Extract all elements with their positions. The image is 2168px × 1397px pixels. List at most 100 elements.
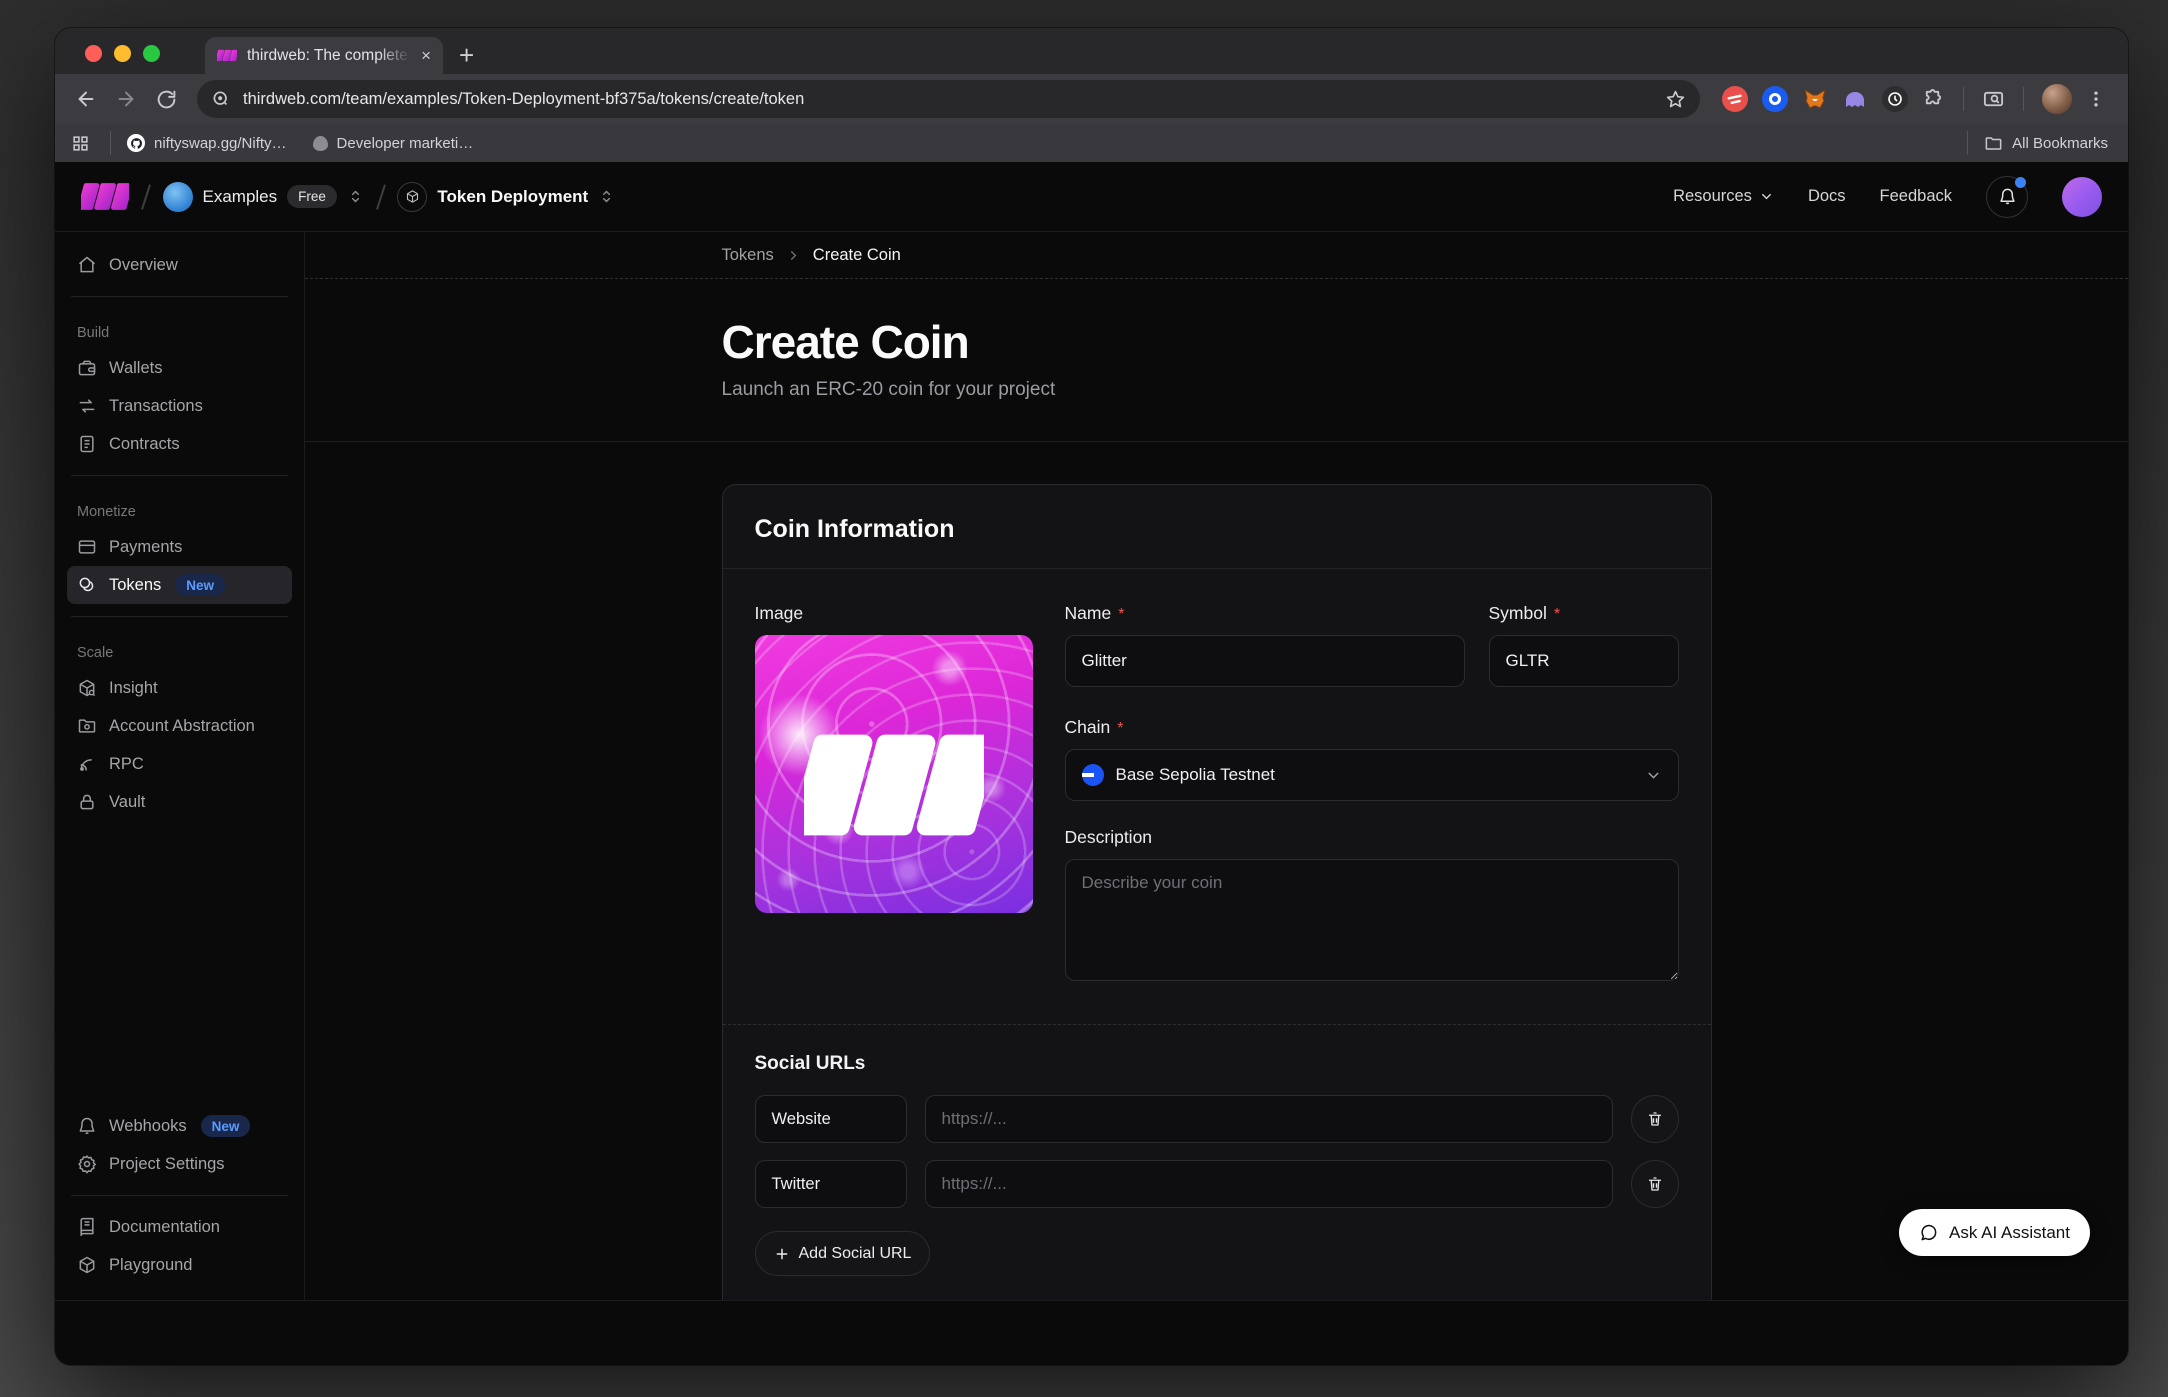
required-asterisk: * <box>1117 720 1123 738</box>
sidebar-item-rpc[interactable]: RPC <box>67 745 292 783</box>
trash-icon <box>1646 1175 1664 1193</box>
all-bookmarks-label: All Bookmarks <box>2012 135 2108 152</box>
sidebar-item-payments[interactable]: Payments <box>67 528 292 566</box>
account-avatar[interactable] <box>2062 177 2102 217</box>
thirdweb-logo[interactable] <box>81 183 129 210</box>
payments-icon <box>77 537 97 557</box>
header-nav: Resources Docs Feedback <box>1673 176 2102 218</box>
social-urls-title: Social URLs <box>755 1053 1679 1075</box>
extension-icon-blue[interactable] <box>1762 86 1788 112</box>
insight-icon <box>77 678 97 698</box>
team-switcher[interactable]: Examples Free <box>163 182 364 212</box>
tab-close-icon[interactable]: × <box>421 47 431 64</box>
symbol-input[interactable] <box>1489 635 1679 687</box>
sidebar-item-documentation[interactable]: Documentation <box>67 1208 292 1246</box>
new-tab-button[interactable]: + <box>459 42 474 68</box>
social-url-input[interactable] <box>925 1095 1613 1143</box>
project-switcher[interactable]: Token Deployment <box>397 182 615 212</box>
app-header: Examples Free Token Deployment Resources… <box>55 162 2128 232</box>
chevron-updown-icon <box>347 188 364 205</box>
sidebar-item-vault[interactable]: Vault <box>67 783 292 821</box>
browser-menu-icon[interactable] <box>2086 89 2106 109</box>
social-platform-select[interactable]: Website <box>755 1095 907 1143</box>
description-label: Description <box>1065 827 1153 848</box>
chain-field: Chain * Base Sepolia Testnet <box>1065 717 1679 801</box>
main-content: Tokens Create Coin Create Coin Launch an… <box>305 232 2128 1300</box>
sidebar-divider <box>71 1195 288 1196</box>
docs-link[interactable]: Docs <box>1808 187 1846 206</box>
site-info-icon[interactable] <box>211 89 231 109</box>
all-bookmarks-button[interactable]: All Bookmarks <box>1984 134 2108 153</box>
sidebar-item-wallets[interactable]: Wallets <box>67 349 292 387</box>
delete-social-url-button[interactable] <box>1631 1095 1679 1143</box>
reload-button[interactable] <box>149 82 183 116</box>
tab-title: thirdweb: The complete web3 <box>247 47 411 65</box>
breadcrumb: Tokens Create Coin <box>722 232 1712 278</box>
sidebar-item-transactions[interactable]: Transactions <box>67 387 292 425</box>
extension-icon-red[interactable] <box>1722 86 1748 112</box>
card-header: Coin Information <box>723 485 1711 569</box>
sidebar-item-project-settings[interactable]: Project Settings <box>67 1145 292 1183</box>
bookmark-label: Developer marketi… <box>337 135 474 152</box>
sidebar-item-tokens[interactable]: Tokens New <box>67 566 292 604</box>
rpc-icon <box>77 754 97 774</box>
extensions-puzzle-icon[interactable] <box>1922 88 1945 111</box>
name-label: Name <box>1065 603 1112 624</box>
chain-select[interactable]: Base Sepolia Testnet <box>1065 749 1679 801</box>
breadcrumb-parent[interactable]: Tokens <box>722 246 774 265</box>
browser-tab[interactable]: thirdweb: The complete web3 × <box>205 37 443 74</box>
name-input[interactable] <box>1065 635 1465 687</box>
minimize-window-button[interactable] <box>114 45 131 62</box>
social-url-row: Website <box>755 1095 1679 1143</box>
forward-button[interactable] <box>109 82 143 116</box>
sidebar-item-account-abstraction[interactable]: Account Abstraction <box>67 707 292 745</box>
url-text[interactable]: thirdweb.com/team/examples/Token-Deploym… <box>243 90 1653 109</box>
chain-value: Base Sepolia Testnet <box>1116 765 1275 785</box>
apps-grid-icon[interactable] <box>71 134 90 153</box>
add-social-url-button[interactable]: Add Social URL <box>755 1231 931 1276</box>
close-window-button[interactable] <box>85 45 102 62</box>
description-textarea[interactable] <box>1065 859 1679 981</box>
sidebar-item-contracts[interactable]: Contracts <box>67 425 292 463</box>
new-badge: New <box>201 1115 251 1137</box>
tokens-icon <box>77 575 97 595</box>
lock-icon <box>77 792 97 812</box>
thirdweb-app: Examples Free Token Deployment Resources… <box>55 162 2128 1365</box>
delete-social-url-button[interactable] <box>1631 1160 1679 1208</box>
browser-profile-avatar[interactable] <box>2042 84 2072 114</box>
bookmark-item[interactable]: Developer marketi… <box>313 135 474 152</box>
browser-toolbar: thirdweb.com/team/examples/Token-Deploym… <box>55 74 2128 124</box>
sidebar-item-webhooks[interactable]: Webhooks New <box>67 1107 292 1145</box>
sidebar-section-label: Monetize <box>77 504 282 520</box>
zoom-window-button[interactable] <box>143 45 160 62</box>
description-field: Description <box>1065 827 1679 986</box>
social-url-input[interactable] <box>925 1160 1613 1208</box>
page-body: Coin Information Image <box>305 442 2128 1300</box>
tab-search-icon[interactable] <box>1982 88 2005 111</box>
chevron-down-icon <box>1645 767 1662 784</box>
sidebar-item-insight[interactable]: Insight <box>67 669 292 707</box>
bookmark-item[interactable]: niftyswap.gg/Nifty… <box>127 134 287 152</box>
social-platform-select[interactable]: Twitter <box>755 1160 907 1208</box>
breadcrumb-bar: Tokens Create Coin <box>305 232 2128 279</box>
notifications-button[interactable] <box>1986 176 2028 218</box>
extension-icon-clock[interactable] <box>1882 86 1908 112</box>
resources-menu[interactable]: Resources <box>1673 187 1774 206</box>
sidebar-item-overview[interactable]: Overview <box>67 246 292 284</box>
breadcrumb-slash <box>141 184 150 209</box>
feedback-link[interactable]: Feedback <box>1880 187 1952 206</box>
address-bar[interactable]: thirdweb.com/team/examples/Token-Deploym… <box>197 80 1700 118</box>
name-field: Name * <box>1065 603 1465 687</box>
metamask-extension-icon[interactable] <box>1802 86 1828 112</box>
coin-image-upload[interactable] <box>755 635 1033 913</box>
chain-label: Chain <box>1065 717 1111 738</box>
phantom-extension-icon[interactable] <box>1842 86 1868 112</box>
sidebar-item-playground[interactable]: Playground <box>67 1246 292 1284</box>
ask-ai-assistant-button[interactable]: Ask AI Assistant <box>1899 1209 2090 1256</box>
social-url-row: Twitter <box>755 1160 1679 1208</box>
tab-strip: thirdweb: The complete web3 × + <box>55 28 2128 74</box>
back-button[interactable] <box>69 82 103 116</box>
bookmark-star-icon[interactable] <box>1665 89 1686 110</box>
toolbar-divider <box>1963 87 1964 111</box>
page-title: Create Coin <box>722 315 1712 369</box>
